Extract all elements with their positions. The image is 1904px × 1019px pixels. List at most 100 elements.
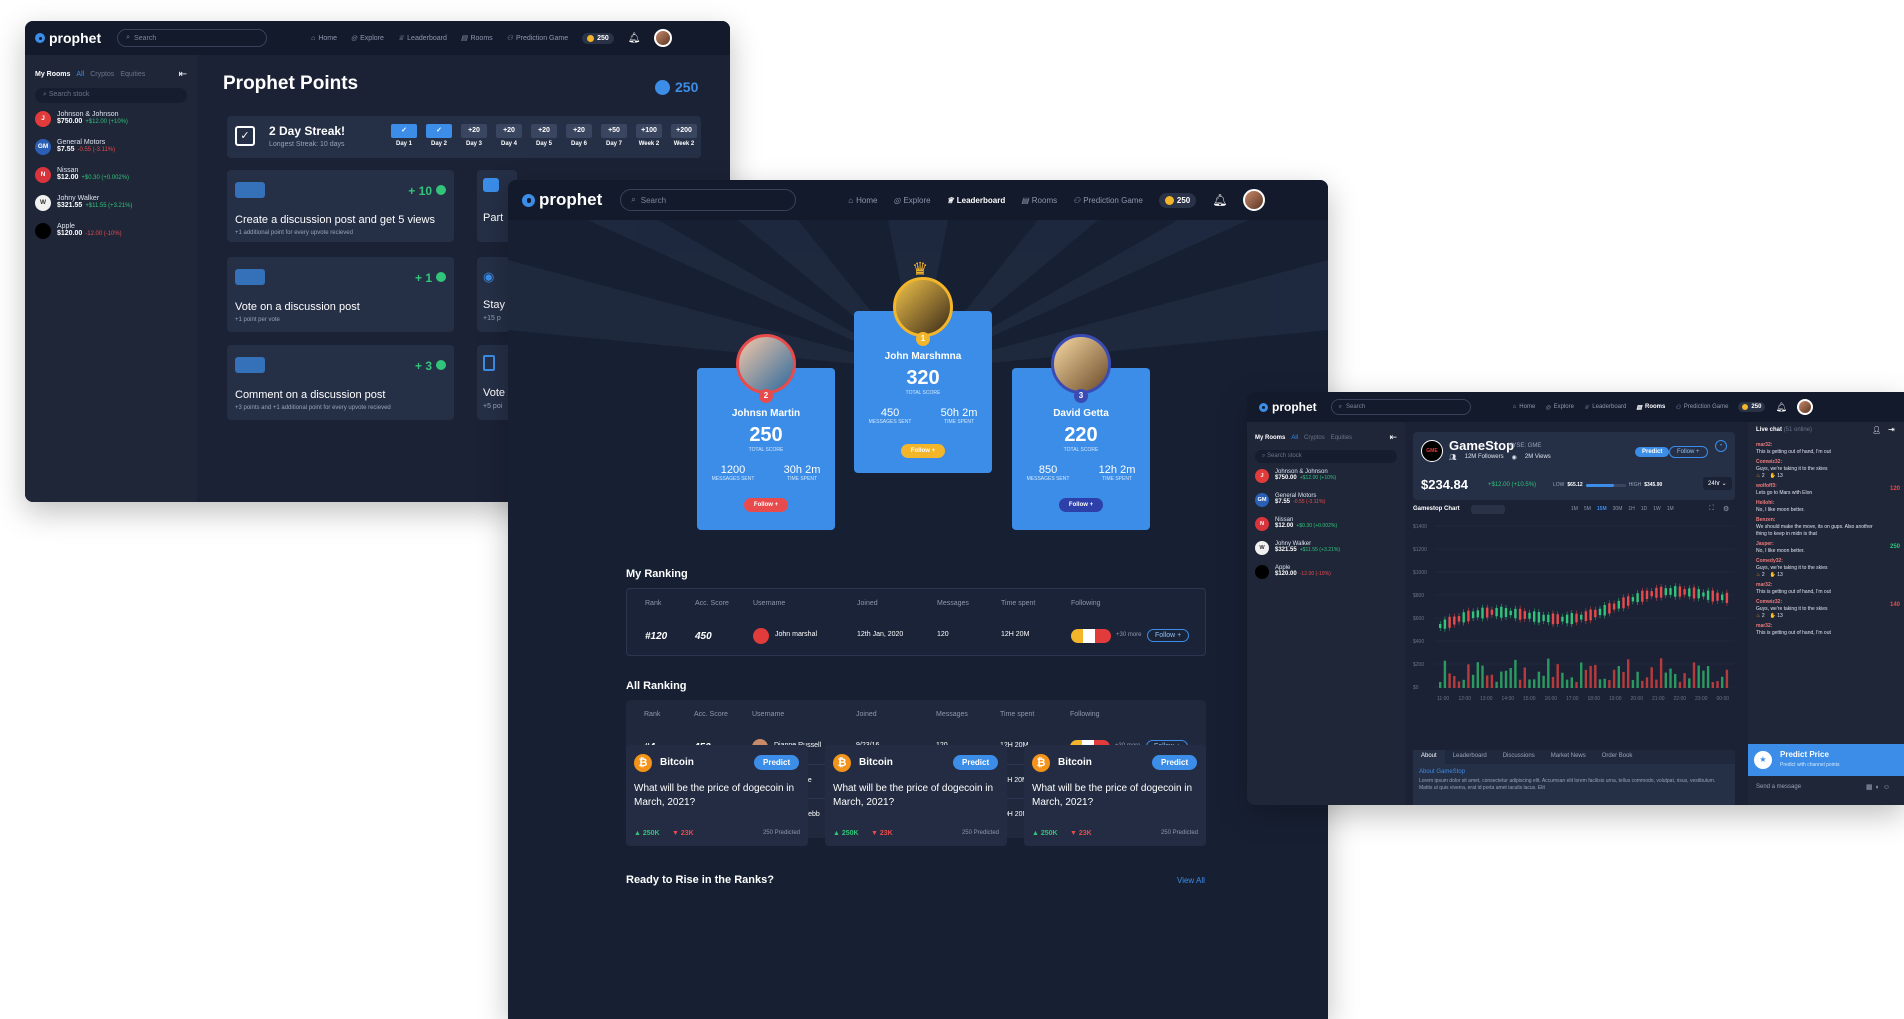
user-icon[interactable]: 👤︎ bbox=[1872, 426, 1881, 434]
chat-username[interactable]: Comwiz32: bbox=[1756, 459, 1902, 466]
follow-button[interactable]: Follow + bbox=[901, 444, 945, 458]
logo[interactable]: prophet bbox=[522, 190, 602, 210]
logo[interactable]: prophet bbox=[1259, 400, 1317, 414]
nav-explore[interactable]: ◎ Explore bbox=[1545, 404, 1574, 411]
followers-count: 12M Followers bbox=[1464, 454, 1504, 460]
timeframe-option[interactable]: 30M bbox=[1613, 506, 1623, 512]
nav-home[interactable]: ⌂ Home bbox=[1513, 404, 1536, 410]
coin-balance[interactable]: 250 bbox=[1158, 192, 1197, 208]
nav-home[interactable]: ⌂ Home bbox=[311, 35, 337, 42]
nav-prediction-game[interactable]: ⚇ Prediction Game bbox=[1073, 196, 1143, 205]
search-input[interactable]: ⌕ Search bbox=[620, 189, 797, 211]
collapse-icon[interactable]: ⇤ bbox=[1389, 432, 1397, 443]
predict-button[interactable]: Predict bbox=[1635, 440, 1670, 458]
tab-equities[interactable]: Equities bbox=[1331, 435, 1352, 441]
collapse-icon[interactable]: ⇤ bbox=[179, 69, 187, 80]
stock-item[interactable]: GM General Motors $7.55 -0.55 (-3.11%) bbox=[35, 139, 187, 155]
tab-order-book[interactable]: Order Book bbox=[1594, 750, 1641, 764]
avatar[interactable] bbox=[654, 29, 673, 47]
chat-username[interactable]: wolfoff3: bbox=[1756, 483, 1902, 490]
range-select[interactable]: 24hr ⌄ bbox=[1703, 477, 1732, 490]
predict-button[interactable]: Predict bbox=[754, 755, 800, 770]
prediction-card[interactable]: ₿ Bitcoin Predict What will be the price of… bbox=[825, 745, 1007, 846]
nav-prediction-game[interactable]: ⚇ Prediction Game bbox=[507, 34, 568, 43]
task-card[interactable]: + 10 Create a discussion post and get 5 v… bbox=[227, 170, 454, 242]
chart-type-toggle[interactable] bbox=[1471, 505, 1505, 514]
chat-input[interactable]: Send a message bbox=[1756, 784, 1801, 790]
settings-icon[interactable]: ⚙ bbox=[1723, 505, 1729, 513]
avatar[interactable] bbox=[1796, 399, 1813, 415]
timeframe-option[interactable]: 1M bbox=[1667, 506, 1674, 512]
avatar[interactable] bbox=[1243, 189, 1266, 211]
stock-item[interactable]: J Johnson & Johnson $750.00 +$12.00 (+10%) bbox=[35, 111, 187, 127]
tab-equities[interactable]: Equities bbox=[120, 71, 145, 78]
nav-prediction-game[interactable]: ⚇ Prediction Game bbox=[1675, 404, 1728, 411]
bell-icon[interactable]: 🔔︎ bbox=[628, 33, 641, 44]
coin-balance[interactable]: 250 bbox=[582, 32, 614, 44]
nav-rooms[interactable]: ▤ Rooms bbox=[461, 34, 493, 43]
task-card[interactable]: + 3 Comment on a discussion post +3 points… bbox=[227, 345, 454, 420]
follow-button[interactable]: Follow + bbox=[1669, 440, 1708, 458]
nav-leaderboard[interactable]: ♕ Leaderboard bbox=[947, 196, 1006, 205]
chat-username[interactable]: Comwiz32: bbox=[1756, 599, 1902, 606]
stock-item[interactable]: N Nissan $12.00 +$0.30 (+0.002%) bbox=[35, 167, 187, 183]
view-all-link[interactable]: View All bbox=[1177, 876, 1205, 885]
chat-username[interactable]: Jasper: bbox=[1756, 541, 1902, 548]
search-input[interactable]: ⌕ Search bbox=[117, 29, 268, 47]
prediction-card[interactable]: ₿ Bitcoin Predict What will be the price of… bbox=[626, 745, 808, 846]
nav-home[interactable]: ⌂ Home bbox=[848, 196, 877, 205]
nav-rooms[interactable]: ▤ Rooms bbox=[1021, 196, 1057, 205]
bell-icon[interactable]: • bbox=[1715, 440, 1727, 452]
stock-search-input[interactable]: ⌕ Search stock bbox=[35, 88, 187, 103]
tab-cryptos[interactable]: Cryptos bbox=[1304, 435, 1325, 441]
tab-discussions[interactable]: Discussions bbox=[1495, 750, 1543, 764]
stock-item[interactable]: W Johny Walker $321.55 +$11.55 (+3.21%) bbox=[1255, 541, 1397, 555]
follow-button[interactable]: Follow + bbox=[1059, 498, 1103, 512]
expand-icon[interactable]: ⇥ bbox=[1888, 425, 1895, 434]
stock-search-input[interactable]: ⌕ Search stock bbox=[1255, 450, 1397, 463]
chat-username[interactable]: Comedy32: bbox=[1756, 558, 1902, 565]
stock-item[interactable]: W Johny Walker $321.55 +$11.55 (+3.21%) bbox=[35, 195, 187, 211]
prediction-card[interactable]: ₿ Bitcoin Predict What will be the price of… bbox=[1024, 745, 1206, 846]
chat-username[interactable]: mar32: bbox=[1756, 442, 1902, 449]
logo[interactable]: prophet bbox=[35, 30, 101, 46]
task-card[interactable]: + 1 Vote on a discussion post +1 point per… bbox=[227, 257, 454, 332]
chat-username[interactable]: Hellohi: bbox=[1756, 500, 1902, 507]
coin-balance[interactable]: 250 bbox=[1738, 402, 1766, 412]
timeframe-option[interactable]: 1W bbox=[1653, 506, 1661, 512]
follow-button[interactable]: Follow + bbox=[1147, 629, 1190, 642]
follow-button[interactable]: Follow + bbox=[744, 498, 788, 512]
bell-icon[interactable]: 🔔︎ bbox=[1212, 193, 1227, 207]
timeframe-option[interactable]: 1D bbox=[1641, 506, 1647, 512]
chat-username[interactable]: mar32: bbox=[1756, 582, 1902, 589]
search-input[interactable]: ⌕ Search bbox=[1330, 399, 1471, 415]
nav-rooms[interactable]: ▤ Rooms bbox=[1636, 404, 1665, 411]
tab-market-news[interactable]: Market News bbox=[1543, 750, 1594, 764]
predict-button[interactable]: Predict bbox=[1152, 755, 1198, 770]
timeframe-option[interactable]: 1H bbox=[1628, 506, 1634, 512]
predict-button[interactable]: Predict bbox=[953, 755, 999, 770]
bell-icon[interactable]: 🔔︎ bbox=[1775, 402, 1786, 413]
nav-leaderboard[interactable]: ♕ Leaderboard bbox=[1584, 404, 1626, 411]
stock-item[interactable]: Apple $120.00 -12.00 (-10%) bbox=[1255, 565, 1397, 579]
fullscreen-icon[interactable]: ⛶ bbox=[1709, 505, 1714, 513]
timeframe-option[interactable]: 1M bbox=[1571, 506, 1578, 512]
chat-username[interactable]: Benzen: bbox=[1756, 517, 1902, 524]
tab-all[interactable]: All bbox=[1291, 435, 1298, 441]
emoji-gif-icons[interactable]: ▦◐☺ bbox=[1866, 783, 1893, 791]
tab-leaderboard[interactable]: Leaderboard bbox=[1445, 750, 1495, 764]
nav-leaderboard[interactable]: ♕ Leaderboard bbox=[398, 34, 447, 43]
tab-all[interactable]: All bbox=[76, 71, 84, 78]
stock-item[interactable]: Apple $120.00 -12.00 (-10%) bbox=[35, 223, 187, 239]
stock-item[interactable]: J Johnson & Johnson $750.00 +$12.00 (+10%) bbox=[1255, 469, 1397, 483]
stock-item[interactable]: GM General Motors $7.55 -0.55 (-3.11%) bbox=[1255, 493, 1397, 507]
tab-about[interactable]: About bbox=[1413, 750, 1445, 764]
timeframe-option[interactable]: 5M bbox=[1584, 506, 1591, 512]
stock-item[interactable]: N Nissan $12.00 +$0.30 (+0.002%) bbox=[1255, 517, 1397, 531]
nav-explore[interactable]: ◎ Explore bbox=[351, 34, 384, 43]
chat-username[interactable]: mar32: bbox=[1756, 623, 1902, 630]
timeframe-option[interactable]: 15M bbox=[1597, 506, 1607, 512]
tab-cryptos[interactable]: Cryptos bbox=[90, 71, 114, 78]
nav-explore[interactable]: ◎ Explore bbox=[893, 196, 930, 205]
predict-price-banner[interactable]: ★ Predict Price Predict with channel poi… bbox=[1748, 744, 1904, 776]
